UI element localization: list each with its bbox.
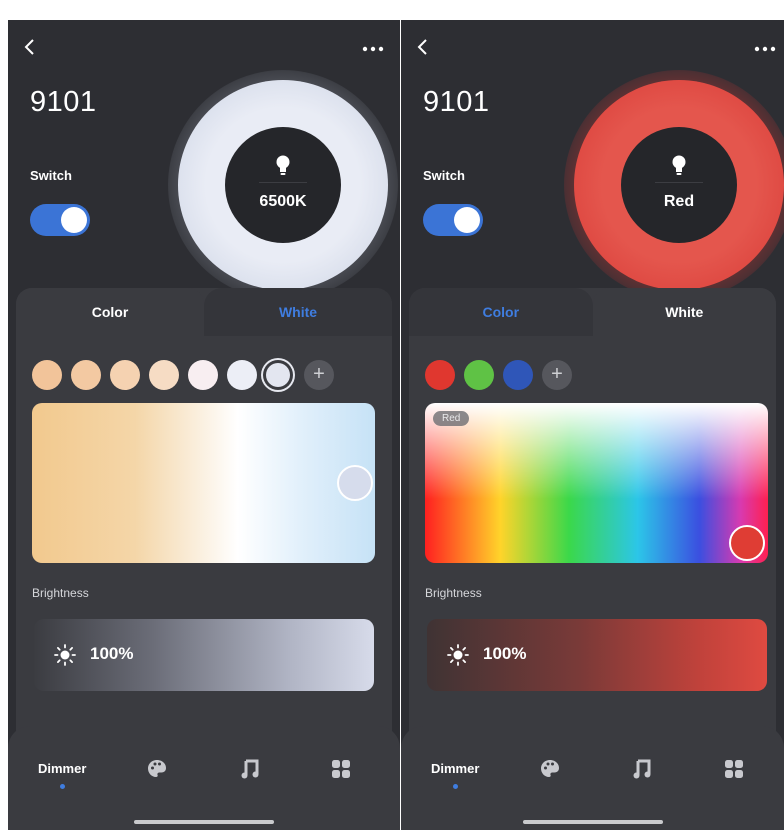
back-chevron-icon[interactable] xyxy=(415,38,429,56)
add-swatch-button[interactable]: + xyxy=(542,360,572,390)
music-note-icon[interactable] xyxy=(241,759,259,779)
ring-divider xyxy=(655,182,703,183)
brightness-label: Brightness xyxy=(425,586,482,600)
brightness-slider[interactable]: 100% xyxy=(427,619,767,691)
add-swatch-button[interactable]: + xyxy=(304,360,334,390)
back-chevron-icon[interactable] xyxy=(22,38,36,56)
home-indicator xyxy=(134,820,274,824)
active-indicator xyxy=(60,784,66,789)
color-temperature-ring[interactable]: 6500K xyxy=(168,70,398,300)
palette-icon[interactable] xyxy=(147,759,167,779)
color-picker[interactable]: Red xyxy=(425,403,768,563)
nav-dimmer-label: Dimmer xyxy=(38,761,87,776)
ring-value: Red xyxy=(663,193,695,210)
tab-white[interactable]: White xyxy=(592,288,776,336)
panel-body: + Red Brightness 100% xyxy=(409,336,776,738)
brightness-value: 100% xyxy=(90,644,134,663)
grid-icon[interactable] xyxy=(724,759,744,779)
nav-dimmer[interactable]: Dimmer xyxy=(431,760,480,789)
control-panel: Color White + Red Brightness 100% xyxy=(409,288,776,738)
power-toggle[interactable] xyxy=(30,204,90,236)
swatch-blue[interactable] xyxy=(503,360,533,390)
ring-divider xyxy=(259,182,307,183)
brightness-label: Brightness xyxy=(32,586,89,600)
picker-handle[interactable] xyxy=(337,465,373,501)
swatch[interactable] xyxy=(32,360,62,390)
swatch[interactable] xyxy=(149,360,179,390)
device-name: 9101 xyxy=(423,86,490,118)
bottom-nav: Dimmer xyxy=(401,726,784,830)
palette-icon[interactable] xyxy=(540,759,560,779)
color-ring[interactable]: Red xyxy=(564,70,784,300)
mode-tabs: Color White xyxy=(409,288,776,336)
more-options-icon[interactable] xyxy=(754,46,776,52)
ring-value: 6500K xyxy=(259,193,307,210)
more-options-icon[interactable] xyxy=(362,46,384,52)
bulb-icon xyxy=(276,155,290,175)
screen-white-mode: 9101 Switch 6500K Color White + Brightne… xyxy=(8,20,400,830)
sun-icon xyxy=(54,644,76,666)
ring-center-button[interactable]: Red xyxy=(621,127,737,243)
brightness-slider[interactable]: 100% xyxy=(34,619,374,691)
tab-color[interactable]: Color xyxy=(16,288,204,336)
device-name: 9101 xyxy=(30,86,97,118)
bulb-icon xyxy=(672,155,686,175)
mode-tabs: Color White xyxy=(16,288,392,336)
switch-label: Switch xyxy=(30,168,72,183)
panel-body: + Brightness 100% xyxy=(16,336,392,738)
picker-handle[interactable] xyxy=(729,525,765,561)
selected-color-tag: Red xyxy=(433,411,470,426)
grid-icon[interactable] xyxy=(331,759,351,779)
swatch[interactable] xyxy=(227,360,257,390)
swatch[interactable] xyxy=(188,360,218,390)
music-note-icon[interactable] xyxy=(633,759,651,779)
white-temperature-picker[interactable] xyxy=(32,403,375,563)
nav-dimmer-label: Dimmer xyxy=(431,761,480,776)
power-toggle[interactable] xyxy=(423,204,483,236)
swatch-red[interactable] xyxy=(425,360,455,390)
switch-label: Switch xyxy=(423,168,465,183)
screen-color-mode: 9101 Switch Red Color White + Red Bright… xyxy=(401,20,784,830)
swatch[interactable] xyxy=(71,360,101,390)
nav-dimmer[interactable]: Dimmer xyxy=(38,760,87,789)
swatch[interactable] xyxy=(110,360,140,390)
swatch-selected[interactable] xyxy=(266,363,290,387)
toggle-knob xyxy=(61,207,87,233)
ring-center-button[interactable]: 6500K xyxy=(225,127,341,243)
swatch-green[interactable] xyxy=(464,360,494,390)
tab-color[interactable]: Color xyxy=(409,288,593,336)
toggle-knob xyxy=(454,207,480,233)
bottom-nav: Dimmer xyxy=(8,726,400,830)
sun-icon xyxy=(447,644,469,666)
tab-white[interactable]: White xyxy=(204,288,392,336)
home-indicator xyxy=(522,820,663,824)
active-indicator xyxy=(453,784,459,789)
brightness-value: 100% xyxy=(483,644,527,663)
control-panel: Color White + Brightness 100% xyxy=(16,288,392,738)
